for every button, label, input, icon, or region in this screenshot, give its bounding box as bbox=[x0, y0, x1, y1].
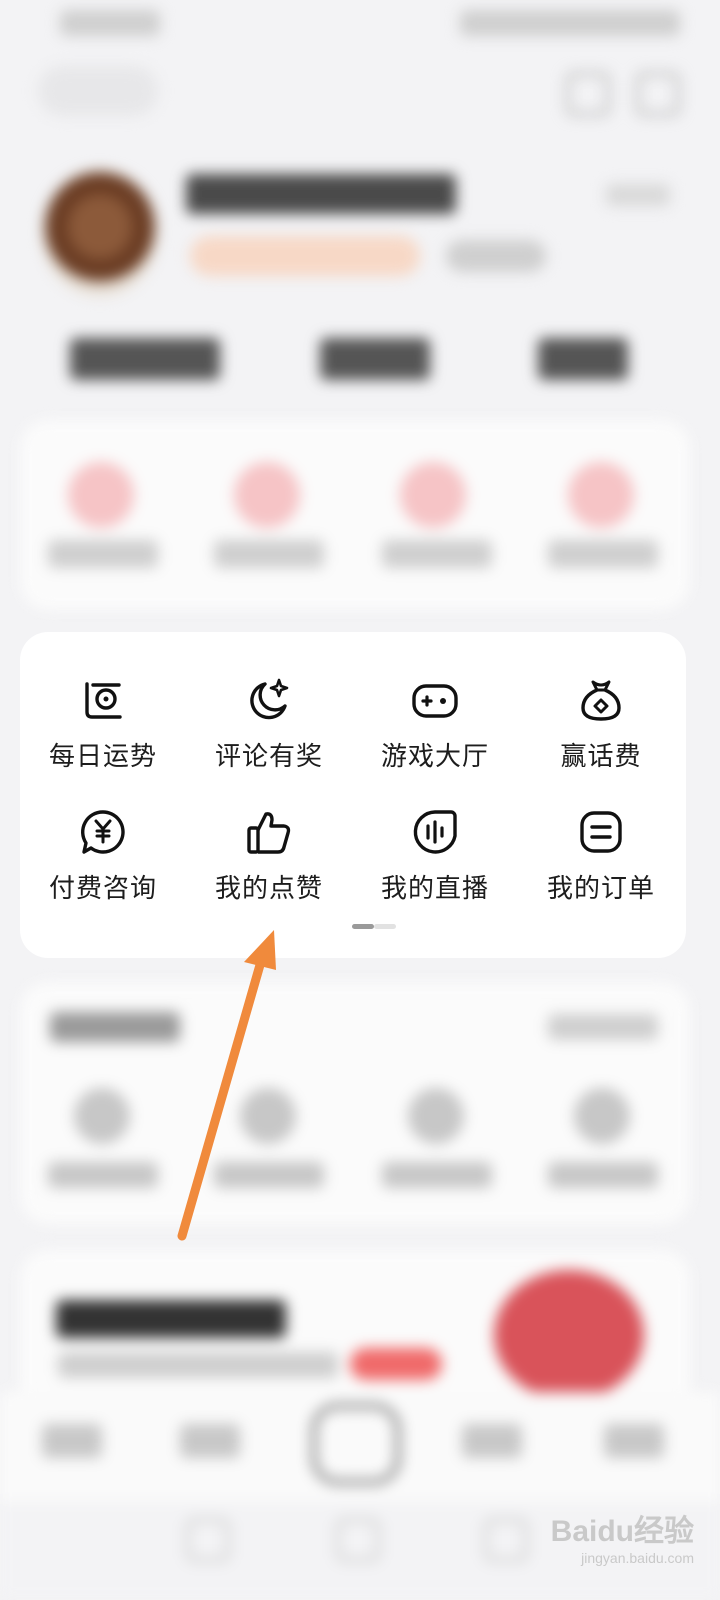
tab-4[interactable] bbox=[462, 1424, 522, 1458]
quick-action-label bbox=[548, 540, 658, 568]
service-my-likes[interactable]: 我的点赞 bbox=[186, 808, 352, 905]
service-label: 每日运势 bbox=[48, 742, 157, 772]
profile-tag[interactable] bbox=[446, 240, 546, 272]
page-indicator bbox=[352, 924, 398, 929]
page-indicator-inactive bbox=[374, 924, 396, 929]
profile-name bbox=[186, 174, 456, 214]
mode-toggle[interactable] bbox=[38, 66, 158, 116]
page-indicator-active bbox=[352, 924, 374, 929]
quick-action-label bbox=[382, 540, 492, 568]
service-label: 我的点赞 bbox=[214, 874, 323, 904]
quick-action-icon[interactable] bbox=[568, 462, 634, 528]
gamepad-icon bbox=[412, 684, 458, 718]
promo-title bbox=[56, 1300, 286, 1338]
service-win-phone-credit[interactable]: 赢话费 bbox=[518, 676, 684, 773]
service-comment-rewards[interactable]: 评论有奖 bbox=[186, 676, 352, 773]
avatar[interactable] bbox=[42, 170, 158, 296]
thumbs-up-icon bbox=[247, 812, 291, 854]
card-more-link[interactable] bbox=[548, 1014, 658, 1040]
service-my-orders[interactable]: 我的订单 bbox=[518, 808, 684, 905]
tool-icon[interactable] bbox=[408, 1088, 464, 1144]
service-daily-fortune[interactable]: 每日运势 bbox=[20, 676, 186, 773]
profile-link[interactable] bbox=[606, 184, 670, 206]
quick-action-icon[interactable] bbox=[234, 462, 300, 528]
nav-recents-button[interactable] bbox=[484, 1518, 528, 1562]
tool-icon[interactable] bbox=[240, 1088, 296, 1144]
nav-back-button[interactable] bbox=[186, 1518, 230, 1562]
quick-action-label bbox=[48, 540, 158, 568]
tool-label bbox=[48, 1162, 158, 1188]
tool-label bbox=[214, 1162, 324, 1188]
service-label: 我的直播 bbox=[380, 874, 489, 904]
service-game-hall[interactable]: 游戏大厅 bbox=[352, 676, 518, 773]
service-label: 评论有奖 bbox=[214, 742, 323, 772]
tool-icon[interactable] bbox=[574, 1088, 630, 1144]
stat-2[interactable] bbox=[320, 338, 430, 380]
quick-action-icon[interactable] bbox=[400, 462, 466, 528]
stat-1[interactable] bbox=[70, 338, 220, 380]
promo-button[interactable] bbox=[350, 1348, 442, 1380]
service-my-live[interactable]: 我的直播 bbox=[352, 808, 518, 905]
watermark: Baidu经验 jingyan.baidu.com bbox=[551, 1506, 694, 1566]
service-paid-consultation[interactable]: 付费咨询 bbox=[20, 808, 186, 905]
promo-image bbox=[494, 1270, 644, 1400]
tab-me[interactable] bbox=[604, 1424, 664, 1458]
fortune-icon bbox=[85, 682, 122, 719]
service-label: 赢话费 bbox=[560, 742, 642, 772]
tool-icon[interactable] bbox=[74, 1088, 130, 1144]
publish-button[interactable] bbox=[312, 1404, 400, 1484]
moon-star-icon bbox=[250, 678, 289, 720]
tab-2[interactable] bbox=[180, 1424, 240, 1458]
quick-action-icon[interactable] bbox=[68, 462, 134, 528]
stat-3[interactable] bbox=[538, 338, 628, 380]
order-icon bbox=[580, 811, 622, 853]
watermark-url: jingyan.baidu.com bbox=[581, 1550, 694, 1566]
live-icon bbox=[413, 810, 457, 854]
card-title bbox=[50, 1012, 180, 1042]
level-badge[interactable] bbox=[190, 236, 420, 276]
tab-home[interactable] bbox=[42, 1424, 102, 1458]
tool-label bbox=[548, 1162, 658, 1188]
yuan-chat-icon bbox=[81, 810, 125, 854]
service-label: 付费咨询 bbox=[48, 874, 157, 904]
watermark-brand: Baidu经验 bbox=[550, 1515, 694, 1548]
service-label: 游戏大厅 bbox=[380, 742, 489, 772]
wallet-icon[interactable] bbox=[636, 72, 680, 116]
tool-label bbox=[382, 1162, 492, 1188]
service-label: 我的订单 bbox=[546, 874, 655, 904]
promo-subtitle bbox=[58, 1352, 338, 1378]
more-services-card: 每日运势 评论有奖 游戏大厅 赢话费 付费咨询 我的点赞 我的直播 我的订单 bbox=[20, 632, 686, 958]
status-bar bbox=[0, 0, 720, 50]
money-bag-icon bbox=[581, 680, 621, 721]
nav-home-button[interactable] bbox=[336, 1518, 380, 1562]
quick-action-label bbox=[214, 540, 324, 568]
menu-icon[interactable] bbox=[566, 72, 610, 116]
